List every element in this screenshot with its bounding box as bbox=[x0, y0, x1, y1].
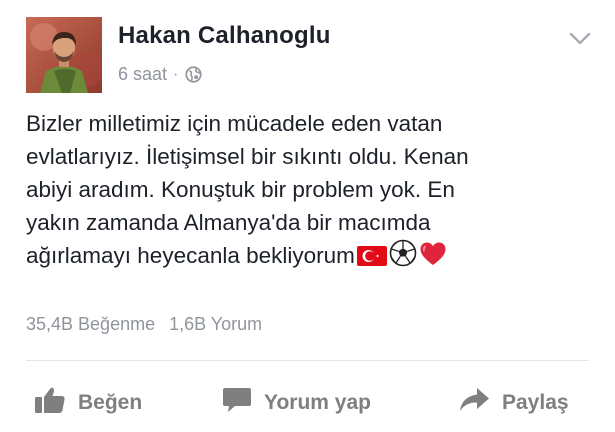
comments-count[interactable]: 1,6B Yorum bbox=[169, 314, 262, 334]
share-label: Paylaş bbox=[502, 391, 569, 414]
post-meta: 6 saat · bbox=[118, 64, 202, 85]
meta-separator: · bbox=[173, 65, 179, 83]
comment-label: Yorum yap bbox=[264, 391, 371, 414]
post-text-line: Bizler milletimiz için mücadele eden vat… bbox=[26, 111, 443, 136]
post-text-line: ağırlamayı heyecanla bekliyorum bbox=[26, 243, 355, 268]
comment-bubble-icon bbox=[222, 386, 264, 420]
soccer-ball-icon bbox=[389, 239, 417, 276]
like-label: Beğen bbox=[78, 391, 143, 414]
reaction-stats: 35,4B Beğenme 1,6B Yorum bbox=[26, 314, 262, 335]
post-text-line: evlatlarıyız. İletişimsel bir sıkıntı ol… bbox=[26, 144, 469, 169]
action-bar: Beğen Yorum yap Paylaş bbox=[0, 378, 615, 428]
post-text: Bizler milletimiz için mücadele eden vat… bbox=[26, 107, 586, 276]
post-text-line-last: ağırlamayı heyecanla bekliyorum bbox=[26, 239, 586, 276]
chevron-down-icon[interactable] bbox=[569, 32, 591, 46]
profile-photo bbox=[26, 17, 102, 93]
comment-button[interactable]: Yorum yap bbox=[222, 378, 371, 428]
share-arrow-icon bbox=[458, 387, 502, 419]
avatar[interactable] bbox=[26, 17, 102, 93]
facebook-post: Hakan Calhanoglu 6 saat · Bizler milleti… bbox=[0, 0, 615, 432]
divider bbox=[26, 360, 589, 361]
globe-icon bbox=[185, 66, 202, 83]
thumbs-up-icon bbox=[34, 386, 78, 420]
turkish-flag-icon bbox=[356, 243, 387, 276]
post-text-line: yakın zamanda Almanya'da bir macımda bbox=[26, 210, 431, 235]
like-button[interactable]: Beğen bbox=[34, 378, 142, 428]
red-heart-icon bbox=[419, 241, 447, 276]
author-name[interactable]: Hakan Calhanoglu bbox=[118, 22, 331, 50]
timestamp[interactable]: 6 saat bbox=[118, 64, 167, 85]
likes-count[interactable]: 35,4B Beğenme bbox=[26, 314, 155, 334]
post-text-line: abiyi aradım. Konuştuk bir problem yok. … bbox=[26, 177, 455, 202]
share-button[interactable]: Paylaş bbox=[458, 378, 569, 428]
